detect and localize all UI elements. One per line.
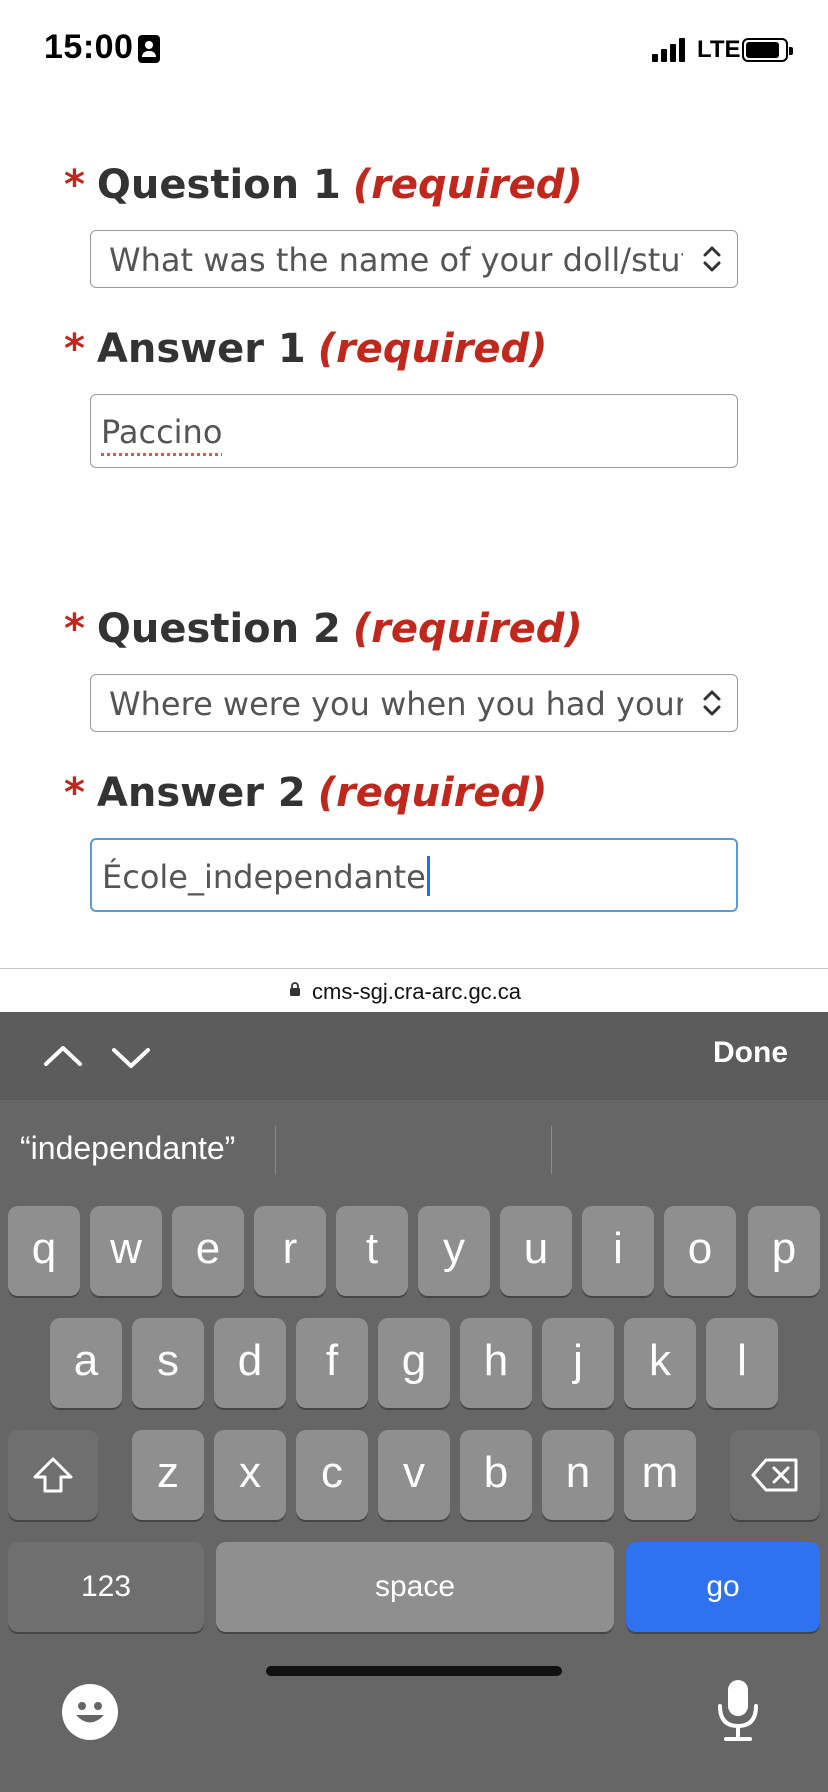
key-f[interactable]: f [296, 1318, 368, 1408]
key-b[interactable]: b [460, 1430, 532, 1520]
done-button[interactable]: Done [713, 1036, 788, 1070]
question1-select[interactable]: What was the name of your doll/stuffe [90, 230, 738, 288]
suggestion-item[interactable]: “independante” [20, 1130, 235, 1167]
key-x[interactable]: x [214, 1430, 286, 1520]
question2-label-text: Question 2 [96, 606, 341, 652]
space-key[interactable]: space [216, 1542, 614, 1632]
backspace-icon [751, 1458, 798, 1492]
suggestion-divider [275, 1126, 276, 1174]
key-a[interactable]: a [50, 1318, 122, 1408]
home-indicator[interactable] [266, 1666, 562, 1676]
answer2-input[interactable]: École_independante [90, 838, 738, 912]
key-g[interactable]: g [378, 1318, 450, 1408]
key-k[interactable]: k [624, 1318, 696, 1408]
emoji-face-icon [76, 1702, 104, 1723]
required-asterisk: * [64, 162, 85, 208]
question1-selected-value: What was the name of your doll/stuffe [109, 241, 683, 279]
key-r[interactable]: r [254, 1206, 326, 1296]
key-e[interactable]: e [172, 1206, 244, 1296]
keyboard: “independante” q w e r t y u i o p a s d… [0, 1100, 828, 1792]
url-bar[interactable]: cms-sgj.cra-arc.gc.ca [0, 968, 828, 1012]
text-caret [426, 856, 430, 896]
suggestion-bar: “independante” [0, 1100, 828, 1196]
key-s[interactable]: s [132, 1318, 204, 1408]
answer1-label: * Answer 1 (required) [64, 326, 547, 372]
chevron-down-icon[interactable] [108, 1034, 154, 1080]
key-t[interactable]: t [336, 1206, 408, 1296]
required-asterisk: * [64, 326, 85, 372]
backspace-key[interactable] [730, 1430, 820, 1520]
answer1-label-text: Answer 1 [96, 326, 306, 372]
key-c[interactable]: c [296, 1430, 368, 1520]
key-z[interactable]: z [132, 1430, 204, 1520]
keyboard-accessory-bar: Done [0, 1012, 828, 1100]
question1-label: * Question 1 (required) [64, 162, 583, 208]
shift-key[interactable] [8, 1430, 98, 1520]
suggestion-divider [551, 1126, 552, 1174]
key-m[interactable]: m [624, 1430, 696, 1520]
key-n[interactable]: n [542, 1430, 614, 1520]
status-bar: 15:00 LTE [0, 0, 828, 100]
key-v[interactable]: v [378, 1430, 450, 1520]
answer1-value: Paccino [101, 413, 223, 451]
key-h[interactable]: h [460, 1318, 532, 1408]
key-l[interactable]: l [706, 1318, 778, 1408]
required-asterisk: * [64, 606, 85, 652]
emoji-icon[interactable] [62, 1684, 118, 1740]
key-p[interactable]: p [748, 1206, 820, 1296]
id-card-icon [138, 35, 160, 63]
key-u[interactable]: u [500, 1206, 572, 1296]
shift-icon [33, 1457, 73, 1493]
key-q[interactable]: q [8, 1206, 80, 1296]
lock-icon [290, 982, 300, 996]
select-chevrons-icon [703, 246, 721, 272]
answer1-input[interactable]: Paccino [90, 394, 738, 468]
answer2-label: * Answer 2 (required) [64, 770, 547, 816]
network-label: LTE [697, 36, 741, 63]
answer2-value-wrapper: École_independante [102, 856, 430, 899]
key-o[interactable]: o [664, 1206, 736, 1296]
required-note: (required) [317, 326, 548, 372]
answer2-label-text: Answer 2 [96, 770, 306, 816]
signal-icon [652, 38, 688, 62]
question1-label-text: Question 1 [96, 162, 341, 208]
url-text: cms-sgj.cra-arc.gc.ca [312, 979, 522, 1004]
numbers-key[interactable]: 123 [8, 1542, 204, 1632]
question2-selected-value: Where were you when you had your fir [109, 685, 683, 723]
question2-select[interactable]: Where were you when you had your fir [90, 674, 738, 732]
key-y[interactable]: y [418, 1206, 490, 1296]
key-d[interactable]: d [214, 1318, 286, 1408]
go-key[interactable]: go [626, 1542, 820, 1632]
question2-label: * Question 2 (required) [64, 606, 583, 652]
chevron-up-icon[interactable] [40, 1034, 86, 1080]
answer2-value: École_independante [102, 858, 426, 896]
key-i[interactable]: i [582, 1206, 654, 1296]
status-time: 15:00 [44, 28, 134, 66]
required-note: (required) [317, 770, 548, 816]
microphone-icon[interactable] [714, 1678, 762, 1742]
select-chevrons-icon [703, 690, 721, 716]
key-j[interactable]: j [542, 1318, 614, 1408]
required-note: (required) [352, 162, 583, 208]
battery-icon [742, 38, 793, 62]
key-w[interactable]: w [90, 1206, 162, 1296]
required-asterisk: * [64, 770, 85, 816]
required-note: (required) [352, 606, 583, 652]
